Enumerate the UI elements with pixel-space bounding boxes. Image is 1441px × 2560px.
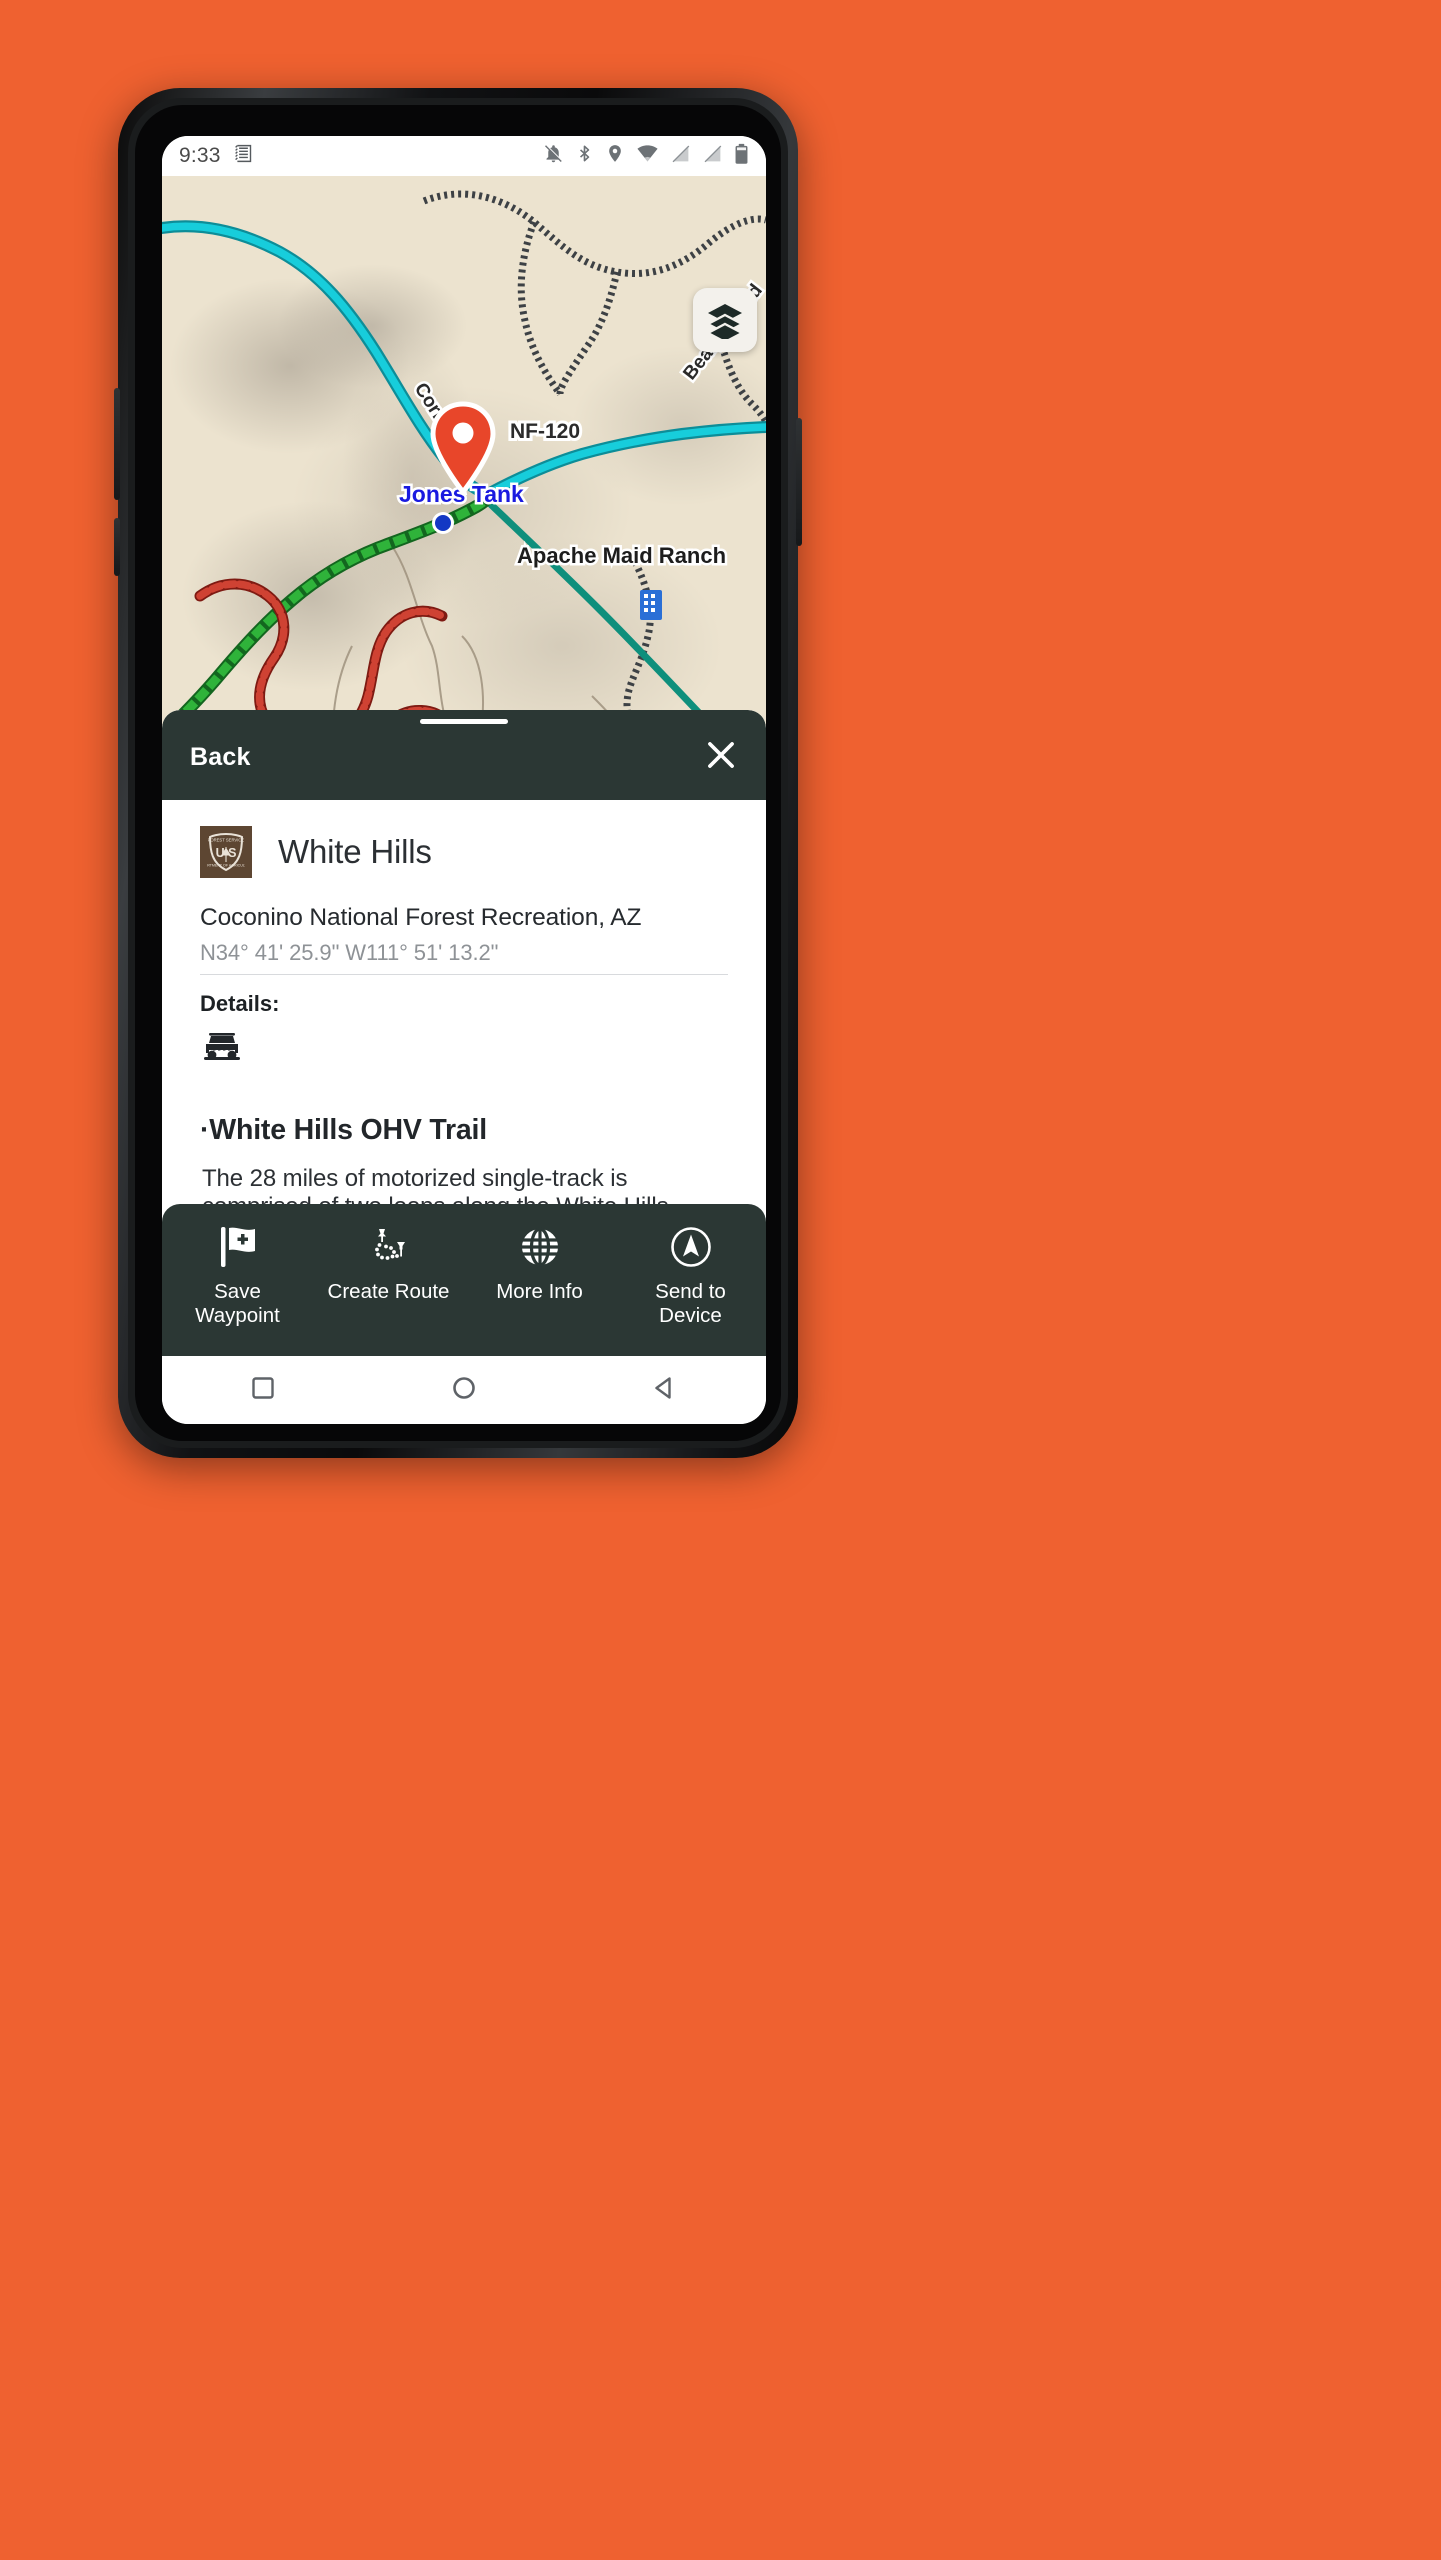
layers-icon [705,301,745,339]
trail-description: The 28 miles of motorized single-track i… [202,1165,669,1204]
sheet-header: Back [162,710,766,800]
create-route-label: Create Route [327,1280,450,1303]
phone-bezel-inner: 9:33 NF-120 NF-120 Beaver Beaver Jones T… [135,105,781,1441]
send-to-device-label: Send to Device [655,1280,726,1328]
flag-add-icon [217,1224,259,1270]
battery-icon [734,143,749,170]
phone-bezel: 9:33 NF-120 NF-120 Beaver Beaver Jones T… [128,98,788,1448]
ohv-vehicle-icon [200,1029,244,1068]
poi-coordinates: N34° 41' 25.9" W111° 51' 13.2" [200,940,499,965]
send-to-device-label-line2: Device [659,1303,722,1327]
status-time: 9:33 [179,144,221,167]
save-waypoint-label: Save Waypoint [195,1280,280,1328]
svg-text:DEPARTMENT OF AGRICULTURE: DEPARTMENT OF AGRICULTURE [207,864,245,868]
close-button[interactable] [702,736,740,779]
send-to-device-button[interactable]: Send to Device [615,1204,766,1328]
page-root: 9:33 NF-120 NF-120 Beaver Beaver Jones T… [0,0,1441,2560]
gps-position-dot [432,512,454,534]
poi-detail-body: FOREST SERVICE U S DEPARTMENT OF AGRICUL… [162,800,766,1204]
android-nav-bar [162,1356,766,1424]
action-bar: Save Waypoint Create Route More Info Sen… [162,1204,766,1356]
svg-text:Apache Maid Ranch: Apache Maid Ranch [517,543,726,568]
more-info-button[interactable]: More Info [464,1204,615,1304]
volume-down-button[interactable] [114,518,120,576]
details-label: Details: [200,991,280,1016]
page-title: White Hills [278,833,432,870]
status-bar-left: 9:33 [179,143,254,169]
recents-button[interactable] [250,1375,276,1406]
status-bar: 9:33 [162,136,766,176]
more-info-label: More Info [496,1280,583,1303]
bell-off-icon [543,143,564,169]
signal-off-icon [670,143,691,169]
us-forest-service-shield: FOREST SERVICE U S DEPARTMENT OF AGRICUL… [200,826,252,878]
location-icon [605,143,625,169]
building-symbol [640,590,662,620]
close-icon [702,741,740,778]
create-route-button[interactable]: Create Route [313,1204,464,1304]
signal-off-2-icon [702,143,723,169]
route-pins-icon [367,1224,411,1270]
save-waypoint-label-line2: Waypoint [195,1303,280,1327]
back-button[interactable]: Back [190,743,251,772]
globe-icon [519,1224,561,1270]
back-button[interactable] [652,1375,678,1406]
map-layers-button[interactable] [693,288,757,352]
save-waypoint-button[interactable]: Save Waypoint [162,1204,313,1328]
svg-text:FOREST SERVICE: FOREST SERVICE [208,838,245,843]
power-button[interactable] [796,418,802,546]
trail-heading: ·White Hills OHV Trail [200,1114,487,1146]
poi-title-row: FOREST SERVICE U S DEPARTMENT OF AGRICUL… [162,800,766,878]
wifi-icon [636,143,659,169]
poi-bottom-sheet: Back FOREST SERVICE U S RTMENT OF AGRICU… [162,710,766,1356]
svg-text:NF-120: NF-120 [510,420,580,443]
volume-up-button[interactable] [114,388,120,500]
map-canvas[interactable]: Cornville Cornville NF-120 NF-120 Beaver… [162,176,766,792]
poi-subtitle: Coconino National Forest Recreation, AZ [200,904,642,931]
save-waypoint-label-line1: Save [214,1280,261,1303]
sheet-drag-handle[interactable] [420,719,508,724]
receipt-icon [233,143,254,169]
navigation-arrow-icon [669,1224,713,1270]
send-to-device-label-line1: Send to [655,1280,726,1303]
bluetooth-icon [575,143,594,169]
status-bar-right [543,143,749,170]
home-button[interactable] [451,1375,477,1406]
phone-screen: 9:33 NF-120 NF-120 Beaver Beaver Jones T… [162,136,766,1424]
details-icon-row [162,1017,766,1068]
phone-frame: 9:33 NF-120 NF-120 Beaver Beaver Jones T… [114,88,802,1458]
